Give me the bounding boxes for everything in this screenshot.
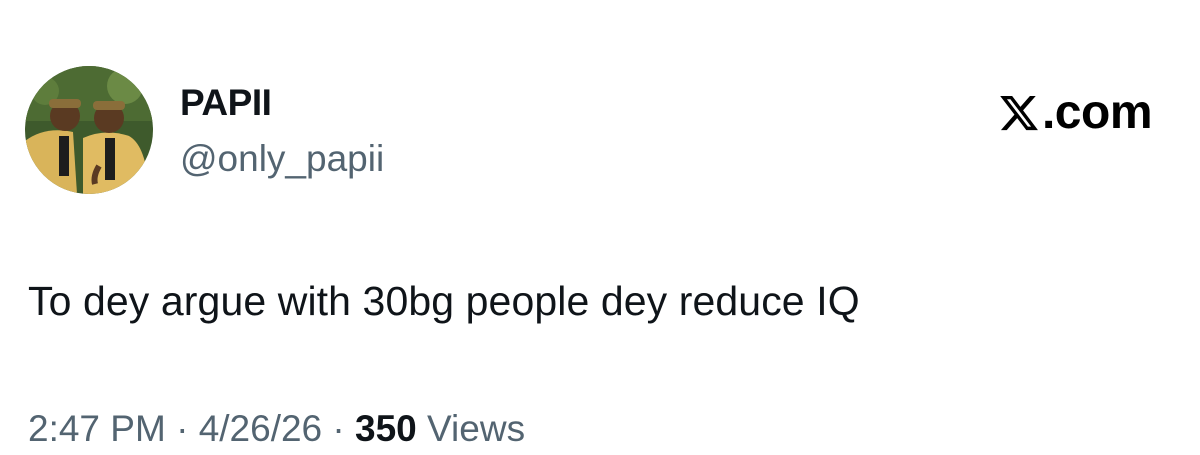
- avatar-photo: [25, 66, 153, 194]
- tweet-date[interactable]: 4/26/26: [199, 408, 322, 449]
- meta-separator: ·: [176, 408, 189, 449]
- views-count: 350: [355, 408, 417, 449]
- views-label: Views: [427, 408, 526, 449]
- x-logo-icon: [1000, 95, 1038, 131]
- avatar[interactable]: [25, 66, 153, 194]
- tweet-meta: 2:47 PM · 4/26/26 · 350 Views: [28, 408, 525, 450]
- meta-separator: ·: [332, 408, 345, 449]
- user-handle[interactable]: @only_papii: [180, 138, 384, 180]
- tweet-text: To dey argue with 30bg people dey reduce…: [28, 278, 860, 324]
- tweet-time[interactable]: 2:47 PM: [28, 408, 166, 449]
- display-name[interactable]: PAPII: [180, 82, 272, 124]
- brand-domain-text: .com: [1041, 86, 1153, 139]
- brand-watermark: .com: [998, 86, 1153, 139]
